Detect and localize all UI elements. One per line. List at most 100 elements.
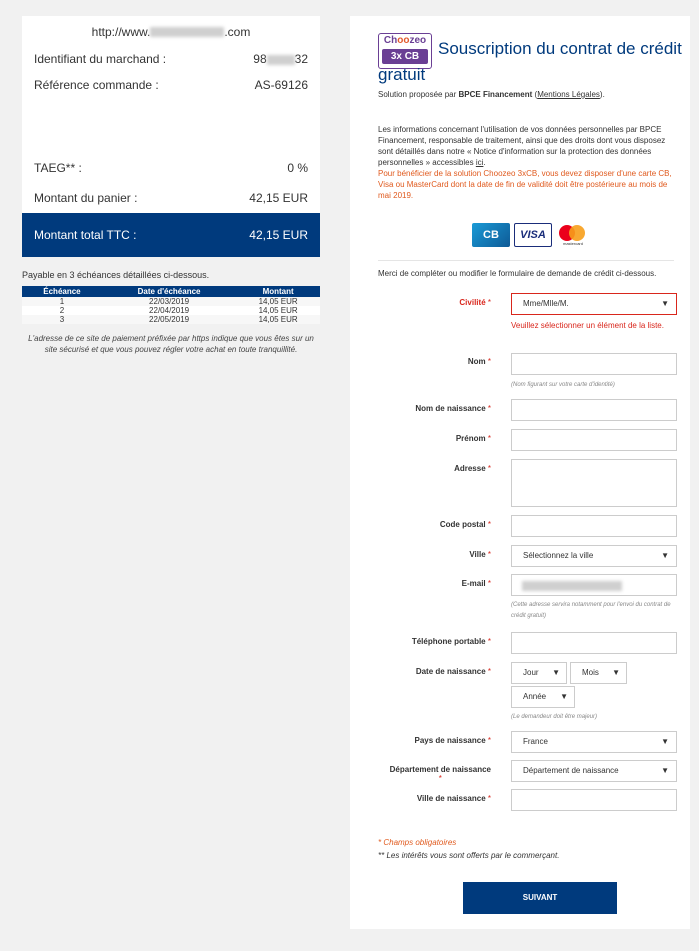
civility-error: Veuillez sélectionner un élément de la l… <box>511 321 664 330</box>
address-label: Adresse * <box>454 464 491 473</box>
table-row: 3 22/05/2019 14,05 EUR <box>22 315 320 324</box>
birth-month-select[interactable]: Mois ▼ <box>570 662 627 684</box>
mastercard-icon: mastercard <box>556 223 590 247</box>
birth-year-select[interactable]: Année ▼ <box>511 686 575 708</box>
birthname-input[interactable] <box>511 399 677 421</box>
birth-day-value: Jour <box>523 668 539 677</box>
required-star: * <box>487 434 491 443</box>
form-intro: Merci de compléter ou modifier le formul… <box>378 269 657 278</box>
total-amount-label: Montant total TTC : <box>34 228 137 242</box>
table-cell: 14,05 EUR <box>236 306 320 315</box>
cart-amount-label: Montant du panier : <box>34 191 138 205</box>
total-amount-row: Montant total TTC : 42,15 EUR <box>22 213 320 257</box>
table-row: 2 22/04/2019 14,05 EUR <box>22 306 320 315</box>
required-star: * <box>487 637 491 646</box>
required-star: * <box>487 404 491 413</box>
secure-site-notice: L'adresse de ce site de paiement préfixé… <box>28 334 314 354</box>
firstname-label-text: Prénom <box>455 434 486 443</box>
postcode-input[interactable] <box>511 515 677 537</box>
accepted-cards: CB VISA mastercard <box>472 223 590 247</box>
email-field[interactable] <box>511 574 677 596</box>
email-hint: (Cette adresse servira notamment pour l'… <box>511 602 671 619</box>
total-amount-value: 42,15 EUR <box>249 228 308 242</box>
cart-amount-value: 42,15 EUR <box>249 191 308 205</box>
postcode-label-text: Code postal <box>439 520 486 529</box>
table-cell: 14,05 EUR <box>236 315 320 324</box>
birth-country-label: Pays de naissance * <box>414 736 491 745</box>
chevron-down-icon: ▼ <box>612 668 620 677</box>
birth-country-value: France <box>523 737 548 746</box>
mobile-label: Téléphone portable * <box>412 637 491 646</box>
merchant-site-url: http://www. .com <box>22 16 320 46</box>
birth-country-label-text: Pays de naissance <box>414 736 486 745</box>
mobile-label-text: Téléphone portable <box>411 637 486 646</box>
city-label: Ville * <box>469 550 491 559</box>
required-star: * <box>487 794 491 803</box>
table-cell: 3 <box>22 315 102 324</box>
chevron-down-icon: ▼ <box>661 551 669 560</box>
required-star: * <box>487 579 491 588</box>
provider-prefix: Solution proposée par <box>378 90 459 99</box>
postcode-label: Code postal * <box>440 520 491 529</box>
installment-section: Payable en 3 échéances détaillées ci-des… <box>22 270 320 355</box>
name-label-text: Nom <box>467 357 486 366</box>
required-star: * <box>487 520 491 529</box>
redacted-email <box>522 581 622 591</box>
merchant-id-label: Identifiant du marchand : <box>34 52 167 66</box>
merchant-id-prefix: 98 <box>253 52 267 66</box>
birth-city-input[interactable] <box>511 789 677 811</box>
birth-dept-select[interactable]: Département de naissance ▼ <box>511 760 677 782</box>
email-label: E-mail * <box>462 579 491 588</box>
birthname-label-text: Nom de naissance <box>415 404 486 413</box>
name-input[interactable] <box>511 353 677 375</box>
mobile-input[interactable] <box>511 632 677 654</box>
city-select[interactable]: Sélectionnez la ville ▼ <box>511 545 677 567</box>
order-ref-label: Référence commande : <box>34 78 159 92</box>
birth-dept-label-text: Département de naissance <box>389 765 491 774</box>
table-cell: 22/04/2019 <box>101 306 237 315</box>
order-summary-panel: http://www. .com Identifiant du marchand … <box>22 16 320 257</box>
address-label-text: Adresse <box>454 464 486 473</box>
birthdate-label: Date de naissance * <box>416 667 491 676</box>
redacted-merchant-id <box>266 54 295 65</box>
taeg-row: TAEG** : 0 % <box>22 153 320 183</box>
column-header: Date d'échéance <box>101 286 237 297</box>
email-label-text: E-mail <box>461 579 486 588</box>
privacy-notice-link[interactable]: ici <box>476 158 484 167</box>
table-header-row: Échéance Date d'échéance Montant <box>22 286 320 297</box>
card-requirement-warning: Pour bénéficier de la solution Choozeo 3… <box>378 169 672 200</box>
civility-selected-value: Mme/Mlle/M. <box>523 299 569 308</box>
required-star: * <box>487 464 491 473</box>
divider <box>378 260 674 261</box>
cb-card-icon: CB <box>472 223 510 247</box>
name-hint: (Nom figurant sur votre carte d'identité… <box>511 382 615 388</box>
table-cell: 2 <box>22 306 102 315</box>
firstname-input[interactable] <box>511 429 677 451</box>
civility-label: Civilité * <box>459 298 491 307</box>
taeg-value: 0 % <box>287 161 308 175</box>
order-ref-value: AS-69126 <box>254 78 308 92</box>
installment-intro: Payable en 3 échéances détaillées ci-des… <box>22 270 210 280</box>
table-cell: 1 <box>22 297 102 306</box>
required-star: * <box>487 667 491 676</box>
required-fields-note: * Champs obligatoires <box>378 838 457 847</box>
firstname-label: Prénom * <box>456 434 491 443</box>
table-cell: 22/03/2019 <box>101 297 237 306</box>
page-title: Souscription du contrat de crédit gratui… <box>378 39 682 84</box>
birthname-label: Nom de naissance * <box>415 404 491 413</box>
birth-country-select[interactable]: France ▼ <box>511 731 677 753</box>
legal-notice-link[interactable]: Mentions Légales <box>537 90 600 99</box>
address-textarea[interactable] <box>511 459 677 507</box>
civility-label-text: Civilité <box>459 298 486 307</box>
cb-card-label: CB <box>483 229 499 241</box>
redacted-domain <box>150 27 225 37</box>
birth-day-select[interactable]: Jour ▼ <box>511 662 567 684</box>
visa-card-label: VISA <box>520 229 546 241</box>
required-star: * <box>487 298 491 307</box>
interest-note: ** Les intérêts vous sont offerts par le… <box>378 851 560 860</box>
civility-select[interactable]: Mme/Mlle/M. ▼ <box>511 293 677 315</box>
column-header: Échéance <box>22 286 102 297</box>
birthdate-hint: (Le demandeur doit être majeur) <box>511 714 598 720</box>
next-button[interactable]: SUIVANT <box>463 882 617 914</box>
